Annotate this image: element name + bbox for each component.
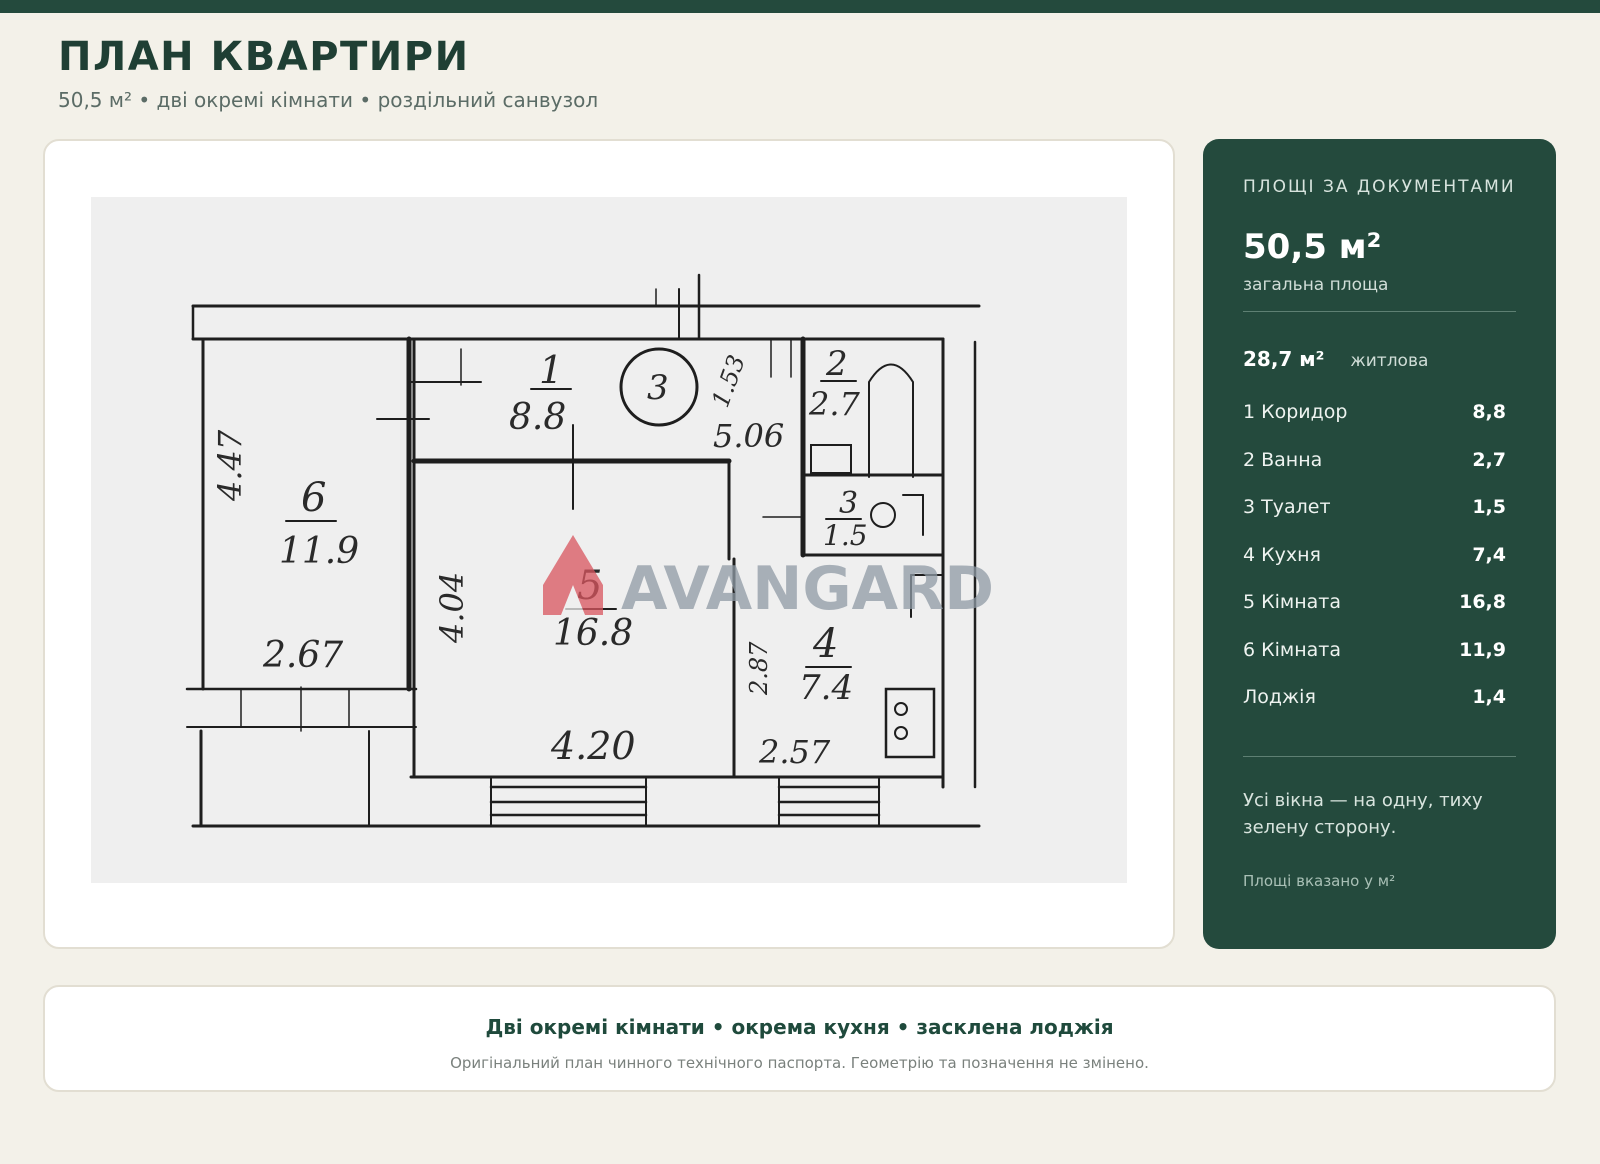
room-row: Лоджія 1,4	[1243, 686, 1506, 734]
room-name: 2 Ванна	[1243, 448, 1323, 471]
room-row: 2 Ванна 2,7	[1243, 449, 1506, 497]
unit-note: Площі вказано у м²	[1243, 872, 1396, 890]
room6-area: 11.9	[279, 531, 359, 572]
room1-number: 1	[539, 348, 563, 392]
room-row: 5 Кімната 16,8	[1243, 591, 1506, 639]
panel-divider	[1243, 756, 1516, 757]
room-name: 5 Кімната	[1243, 591, 1342, 613]
room-name: 4 Кухня	[1243, 543, 1321, 566]
room-list: 1 Коридор 8,8 2 Ванна 2,7 3 Туалет 1,5 4…	[1243, 401, 1506, 734]
room-area: 1,5	[1472, 496, 1506, 518]
footer-note: Оригінальний план чинного технічного пас…	[450, 1054, 1149, 1072]
total-area-value: 50,5 м²	[1243, 227, 1382, 267]
dimension-420: 4.20	[550, 724, 636, 768]
room-name: 3 Туалет	[1243, 496, 1331, 518]
footer-card: Дві окремі кімнати • окрема кухня • заск…	[43, 985, 1556, 1092]
room-name: Лоджія	[1243, 686, 1316, 708]
living-area-caption: житлова	[1350, 351, 1429, 371]
room-row: 3 Туалет 1,5	[1243, 496, 1506, 544]
room-area: 2,7	[1472, 448, 1506, 471]
room-name: 1 Коридор	[1243, 401, 1348, 423]
total-area-caption: загальна площа	[1243, 275, 1389, 295]
room4-area: 7.4	[799, 668, 853, 708]
dimension-257: 2.57	[758, 733, 831, 771]
dimension-287: 2.87	[745, 641, 773, 696]
page-title: ПЛАН КВАРТИРИ	[58, 34, 470, 80]
dimension-267: 2.67	[262, 635, 343, 676]
riser-number: 3	[647, 368, 669, 408]
room3-number: 3	[839, 486, 858, 521]
floor-plan-card: 1 8.8 2 2.7 3 1.5 4 7.4 5 16.8 6 11.9 3 …	[43, 139, 1175, 949]
room2-number: 2	[825, 344, 848, 384]
room1-area: 8.8	[509, 397, 566, 438]
windows-note: Усі вікна — на одну, тиху зелену сторону…	[1243, 790, 1483, 838]
room-row: 6 Кімната 11,9	[1243, 639, 1506, 687]
top-accent-bar	[0, 0, 1600, 13]
areas-panel: ПЛОЩІ ЗА ДОКУМЕНТАМИ 50,5 м² загальна пл…	[1203, 139, 1556, 949]
page-subtitle: 50,5 м² • дві окремі кімнати • роздільни…	[58, 88, 599, 112]
floor-plan-image: 1 8.8 2 2.7 3 1.5 4 7.4 5 16.8 6 11.9 3 …	[91, 197, 1127, 883]
footer-headline: Дві окремі кімнати • окрема кухня • заск…	[485, 1015, 1114, 1039]
living-area-value: 28,7 м²	[1243, 347, 1325, 371]
panel-divider	[1243, 311, 1516, 312]
room3-area: 1.5	[823, 519, 868, 552]
room-area: 7,4	[1472, 543, 1506, 566]
dimension-404: 4.04	[433, 572, 471, 644]
room-area: 11,9	[1459, 638, 1506, 661]
room-area: 1,4	[1472, 686, 1506, 708]
living-area: 28,7 м² житлова	[1243, 347, 1428, 371]
room-row: 4 Кухня 7,4	[1243, 544, 1506, 592]
room-row: 1 Коридор 8,8	[1243, 401, 1506, 449]
room-area: 8,8	[1472, 401, 1506, 423]
room2-area: 2.7	[808, 385, 861, 423]
room-area: 16,8	[1459, 591, 1506, 613]
room6-number: 6	[301, 475, 326, 521]
dimension-447: 4.47	[211, 429, 249, 502]
room-name: 6 Кімната	[1243, 638, 1342, 661]
watermark-text: AVANGARD	[621, 554, 994, 624]
areas-panel-label: ПЛОЩІ ЗА ДОКУМЕНТАМИ	[1243, 177, 1516, 197]
room4-number: 4	[812, 621, 838, 667]
dimension-506: 5.06	[713, 417, 784, 455]
